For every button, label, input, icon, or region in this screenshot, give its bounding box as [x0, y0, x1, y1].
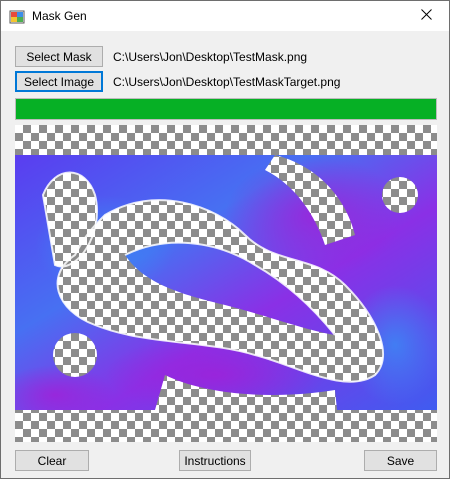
- close-button[interactable]: [403, 1, 449, 31]
- title-bar[interactable]: Mask Gen: [1, 1, 449, 31]
- save-button[interactable]: Save: [364, 450, 437, 471]
- window-title: Mask Gen: [32, 9, 87, 23]
- mask-path-label: C:\Users\Jon\Desktop\TestMask.png: [113, 50, 308, 64]
- masked-image: [15, 155, 437, 425]
- progress-fill: [16, 99, 436, 119]
- image-path-label: C:\Users\Jon\Desktop\TestMaskTarget.png: [113, 75, 341, 89]
- app-icon: [9, 9, 25, 25]
- progress-bar: [15, 98, 437, 120]
- instructions-button[interactable]: Instructions: [179, 450, 251, 471]
- select-mask-button[interactable]: Select Mask: [15, 46, 103, 67]
- image-preview: [15, 125, 437, 442]
- select-image-button[interactable]: Select Image: [15, 71, 103, 92]
- clear-button[interactable]: Clear: [15, 450, 89, 471]
- main-window: Mask Gen Select Mask C:\Users\Jon\Deskto…: [0, 0, 450, 479]
- close-icon: [420, 9, 432, 23]
